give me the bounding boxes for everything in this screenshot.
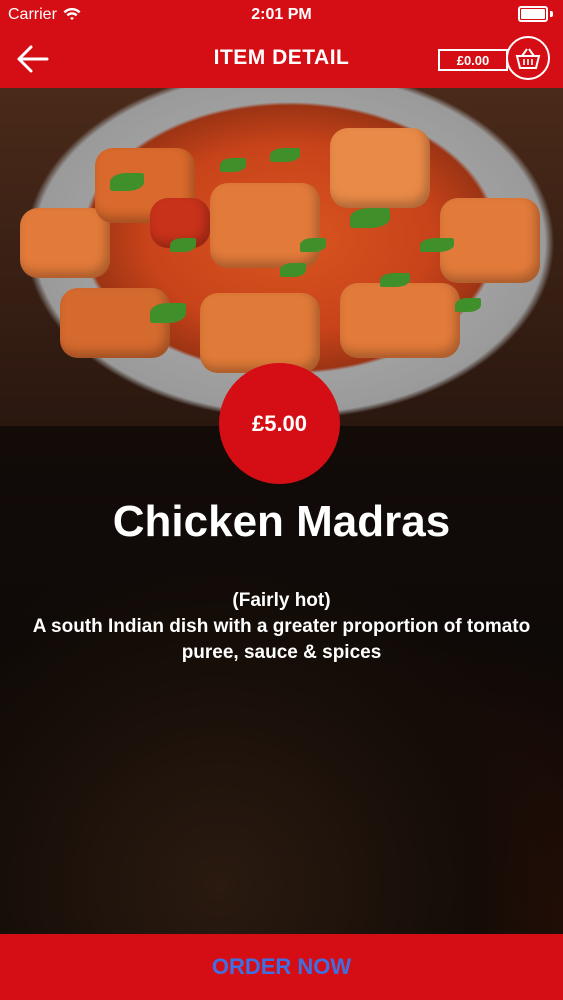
item-description: A south Indian dish with a greater propo…: [32, 616, 531, 663]
basket-icon: [515, 48, 541, 69]
basket-button[interactable]: [506, 36, 550, 80]
battery-icon: [518, 6, 553, 22]
order-now-button[interactable]: ORDER NOW: [0, 934, 563, 1000]
cart-total[interactable]: £0.00: [438, 49, 508, 71]
status-time: 2:01 PM: [251, 6, 312, 23]
item-heat-level: (Fairly hot): [232, 590, 331, 611]
status-bar: Carrier 2:01 PM: [0, 0, 563, 30]
item-name: Chicken Madras: [112, 497, 451, 546]
price-badge: £5.00: [219, 363, 340, 484]
app-header: ITEM DETAIL £0.00: [0, 30, 563, 88]
